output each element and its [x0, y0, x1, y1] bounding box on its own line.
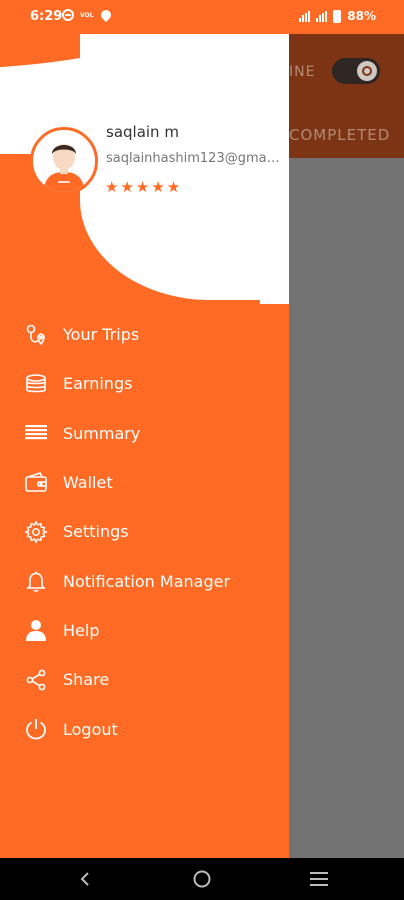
signal-icon-2: [316, 10, 328, 22]
menu-item-summary[interactable]: Summary: [0, 409, 289, 458]
menu-label: Settings: [63, 522, 129, 542]
online-toggle[interactable]: [332, 58, 380, 84]
share-icon: [23, 667, 49, 693]
menu-label: Your Trips: [63, 325, 140, 345]
menu-item-earnings[interactable]: Earnings: [0, 359, 289, 408]
help-icon: [23, 617, 49, 643]
menu-label: Share: [63, 670, 110, 690]
signal-icon: [299, 10, 311, 22]
recents-menu-icon[interactable]: [306, 866, 332, 892]
rating-stars: ★★★★★: [105, 178, 183, 196]
menu-item-help[interactable]: Help: [0, 606, 289, 655]
toggle-knob: [357, 61, 377, 81]
navigation-drawer: saqlain m saqlainhashim123@gmail.com ★★★…: [0, 34, 289, 858]
status-notification-icons: VOL: [62, 7, 114, 23]
status-system-icons: 88%: [299, 9, 376, 23]
online-label: INE: [289, 64, 316, 80]
status-bar: 6:29 VOL 88%: [0, 0, 404, 34]
background-header: INE COMPLETED: [289, 34, 404, 158]
system-navigation-bar: [0, 858, 404, 900]
tab-completed[interactable]: COMPLETED: [289, 126, 390, 144]
menu-label: Logout: [63, 719, 118, 739]
profile-name: saqlain m: [106, 123, 179, 141]
menu-label: Earnings: [63, 374, 133, 394]
menu-item-settings[interactable]: Settings: [0, 507, 289, 556]
data-saver-icon: [62, 9, 74, 21]
earnings-icon: [23, 371, 49, 397]
drawer-menu: Your Trips Earnings Summary Wallet Setti…: [0, 310, 289, 754]
volte-label: VOL: [80, 11, 94, 19]
summary-icon: [23, 420, 49, 446]
menu-item-wallet[interactable]: Wallet: [0, 458, 289, 507]
bell-icon: [23, 568, 49, 594]
menu-item-logout[interactable]: Logout: [0, 704, 289, 753]
power-icon: [23, 716, 49, 742]
avatar[interactable]: [30, 127, 98, 195]
menu-item-share[interactable]: Share: [0, 655, 289, 704]
battery-percent: 88%: [347, 9, 376, 23]
wallet-icon: [23, 470, 49, 496]
location-icon: [99, 7, 114, 23]
home-icon[interactable]: [189, 866, 215, 892]
menu-item-your-trips[interactable]: Your Trips: [0, 310, 289, 359]
menu-label: Notification Manager: [63, 571, 231, 591]
settings-icon: [23, 519, 49, 545]
menu-label: Summary: [63, 423, 141, 443]
profile-email: saqlainhashim123@gmail.com: [106, 151, 282, 166]
status-time: 6:29: [30, 9, 63, 24]
battery-icon: [333, 9, 342, 23]
menu-item-notification-manager[interactable]: Notification Manager: [0, 556, 289, 605]
trips-icon: [23, 322, 49, 348]
background-scrim[interactable]: [289, 158, 404, 858]
menu-label: Help: [63, 620, 100, 640]
back-icon[interactable]: [72, 866, 98, 892]
menu-label: Wallet: [63, 473, 113, 493]
